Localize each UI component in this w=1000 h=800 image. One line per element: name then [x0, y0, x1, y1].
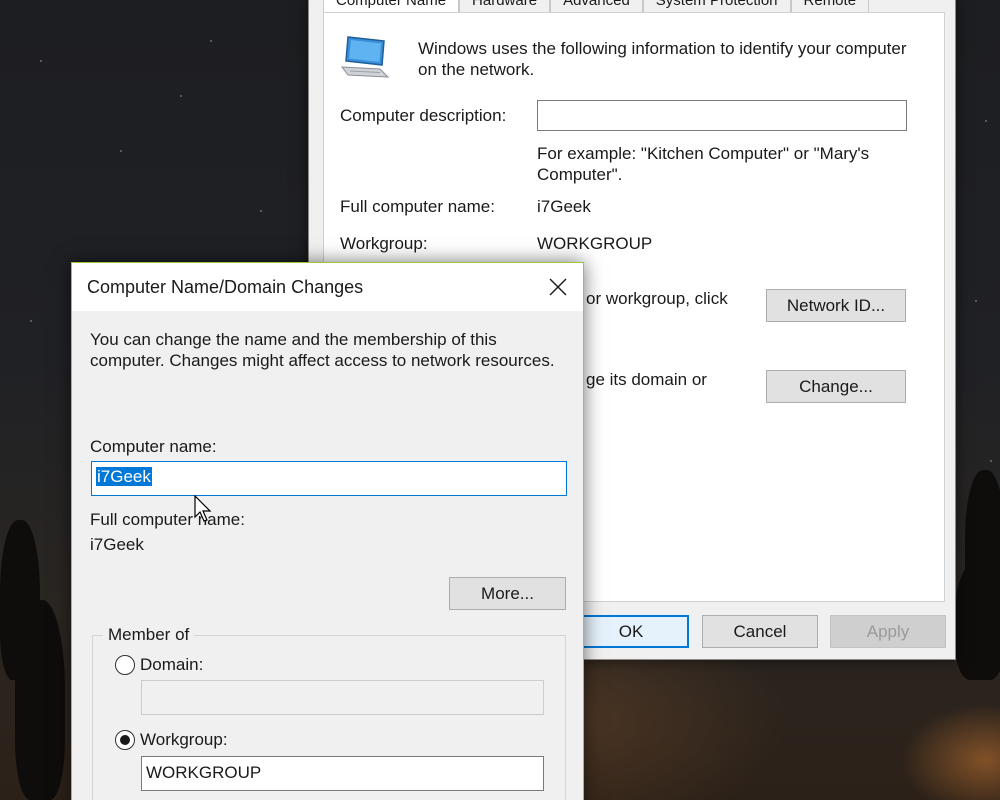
domain-label: Domain: — [140, 655, 204, 674]
member-of-label: Member of — [103, 625, 195, 645]
domain-radio[interactable] — [115, 655, 135, 675]
dialog-titlebar: Computer Name/Domain Changes — [72, 263, 583, 311]
network-id-instruction: or workgroup, click — [586, 289, 728, 308]
member-of-group: Member of Domain: Workgroup: WORKGROUP — [92, 625, 566, 800]
workgroup-label: Workgroup: — [340, 234, 428, 253]
mouse-cursor-icon — [194, 495, 212, 522]
computer-name-label: Computer name: — [90, 437, 217, 456]
dialog-intro-line2: computer. Changes might affect access to… — [90, 351, 555, 370]
more-button[interactable]: More... — [449, 577, 566, 610]
full-computer-name-value: i7Geek — [537, 197, 591, 216]
apply-button: Apply — [830, 615, 946, 648]
full-computer-name-label: Full computer name: — [340, 197, 495, 216]
computer-icon — [340, 36, 390, 78]
computer-description-label: Computer description: — [340, 106, 507, 125]
dialog-intro-line1: You can change the name and the membersh… — [90, 330, 497, 349]
intro-text-line1: Windows uses the following information t… — [418, 39, 907, 58]
computer-name-value: i7Geek — [96, 467, 152, 486]
example-text-line2: Computer". — [537, 165, 623, 184]
workgroup-radio[interactable] — [115, 730, 135, 750]
computer-name-input[interactable]: i7Geek — [91, 461, 567, 496]
change-button[interactable]: Change... — [766, 370, 906, 403]
workgroup-value: WORKGROUP — [537, 234, 653, 253]
workgroup-input[interactable]: WORKGROUP — [141, 756, 544, 791]
cancel-button[interactable]: Cancel — [702, 615, 818, 648]
close-icon[interactable] — [538, 271, 578, 303]
dialog-full-computer-name-value: i7Geek — [90, 535, 144, 554]
dialog-full-computer-name-label: Full computer name: — [90, 510, 245, 529]
example-text-line1: For example: "Kitchen Computer" or "Mary… — [537, 144, 870, 163]
dialog-title: Computer Name/Domain Changes — [87, 277, 364, 297]
ok-button[interactable]: OK — [573, 615, 689, 648]
computer-name-domain-changes-dialog: Computer Name/Domain Changes You can cha… — [71, 262, 584, 800]
workgroup-label: Workgroup: — [140, 730, 228, 749]
computer-description-field[interactable] — [537, 100, 907, 131]
change-instruction: ge its domain or — [586, 370, 707, 389]
network-id-button[interactable]: Network ID... — [766, 289, 906, 322]
intro-text-line2: on the network. — [418, 60, 535, 79]
domain-input — [141, 680, 544, 715]
